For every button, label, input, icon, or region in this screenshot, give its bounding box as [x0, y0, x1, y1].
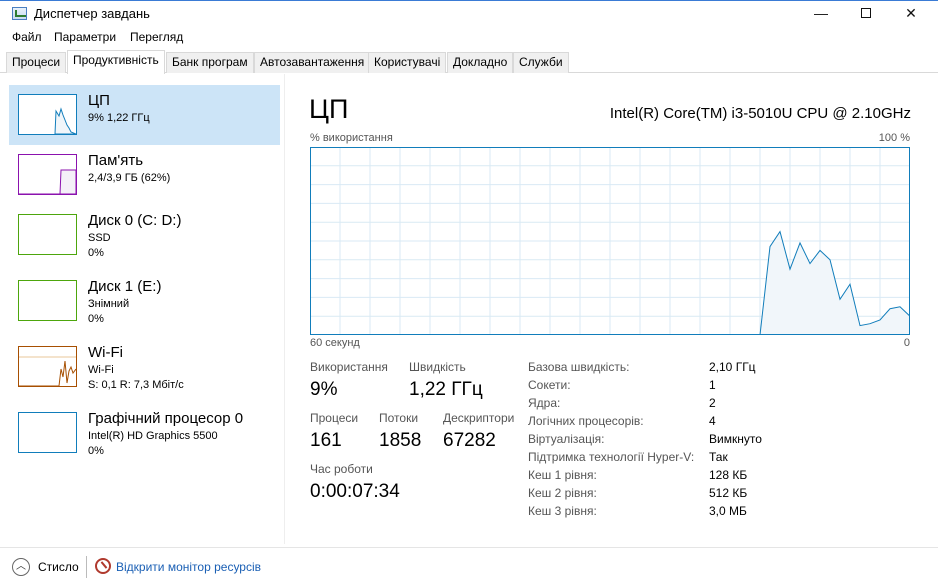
sidebar-item-title: Диск 1 (E:): [88, 278, 162, 295]
task-manager-icon: [12, 7, 27, 20]
sidebar-item-usage: 0%: [88, 247, 104, 259]
sidebar-item-usage: 0%: [88, 313, 104, 325]
speed-value: 1,22 ГГц: [409, 379, 483, 400]
threads-value: 1858: [379, 430, 422, 451]
title-bar: Диспетчер завдань — ✕: [0, 0, 938, 26]
sidebar-item-wifi[interactable]: Wi-Fi Wi-Fi S: 0,1 R: 7,3 Мбіт/с: [9, 337, 280, 397]
spec-value: 1: [709, 378, 716, 392]
tab-services[interactable]: Служби: [513, 52, 569, 73]
cpu-detail-panel: ЦП Intel(R) Core(TM) i3-5010U CPU @ 2.10…: [286, 74, 938, 544]
processes-value: 161: [310, 430, 342, 451]
menu-options[interactable]: Параметри: [54, 30, 116, 44]
sidebar-item-subtitle: Wi-Fi: [88, 364, 114, 376]
footer-divider: [86, 556, 87, 578]
sidebar-item-title: Диск 0 (C: D:): [88, 212, 182, 229]
spec-value: 2: [709, 396, 716, 410]
spec-key: Кеш 2 рівня:: [528, 486, 597, 500]
handles-label: Дескриптори: [443, 411, 515, 425]
spec-key: Логічних процесорів:: [528, 414, 644, 428]
spec-key: Підтримка технології Hyper-V:: [528, 450, 695, 464]
uptime-value: 0:00:07:34: [310, 481, 400, 502]
spec-key: Ядра:: [528, 396, 561, 410]
sidebar-item-subtitle: 2,4/3,9 ГБ (62%): [88, 172, 171, 184]
page-title: ЦП: [309, 94, 349, 124]
sidebar-item-title: Wi-Fi: [88, 344, 123, 361]
graph-y-label: % використання: [310, 132, 393, 144]
sidebar-item-title: Графічний процесор 0: [88, 410, 244, 427]
resource-monitor-icon[interactable]: [95, 558, 111, 574]
sidebar-item-throughput: S: 0,1 R: 7,3 Мбіт/с: [88, 379, 184, 391]
tab-details[interactable]: Докладно: [447, 52, 514, 73]
sidebar-item-gpu-0[interactable]: Графічний процесор 0 Intel(R) HD Graphic…: [9, 403, 280, 463]
uptime-label: Час роботи: [310, 462, 373, 476]
sidebar-item-memory[interactable]: Пам'ять 2,4/3,9 ГБ (62%): [9, 145, 280, 205]
processes-label: Процеси: [310, 411, 359, 425]
threads-label: Потоки: [379, 411, 419, 425]
spec-value: 4: [709, 414, 716, 428]
spec-key: Кеш 3 рівня:: [528, 504, 597, 518]
sidebar-item-title: ЦП: [88, 92, 110, 109]
menu-bar: Файл Параметри Перегляд: [0, 28, 938, 48]
wifi-thumbnail: [18, 346, 77, 387]
tab-performance[interactable]: Продуктивність: [67, 50, 165, 74]
spec-value: 512 КБ: [709, 486, 748, 500]
sidebar-item-subtitle: Intel(R) HD Graphics 5500: [88, 430, 218, 442]
spec-key: Базова швидкість:: [528, 360, 630, 374]
graph-time-label: 60 секунд: [310, 337, 360, 349]
sidebar-item-usage: 0%: [88, 445, 104, 457]
disk-1-thumbnail: [18, 280, 77, 321]
spec-key: Кеш 1 рівня:: [528, 468, 597, 482]
tab-app-history[interactable]: Банк програм: [166, 52, 254, 73]
cpu-model: Intel(R) Core(TM) i3-5010U CPU @ 2.10GHz: [609, 105, 911, 122]
sidebar-item-disk-0[interactable]: Диск 0 (C: D:) SSD 0%: [9, 205, 280, 265]
usage-value: 9%: [310, 379, 338, 400]
tab-users[interactable]: Користувачі: [368, 52, 447, 73]
menu-view[interactable]: Перегляд: [130, 30, 183, 44]
minimize-button[interactable]: —: [798, 1, 844, 27]
tab-bar: Процеси Продуктивність Банк програм Авто…: [0, 50, 938, 74]
menu-file[interactable]: Файл: [12, 30, 42, 44]
sidebar-item-subtitle: SSD: [88, 232, 111, 244]
spec-key: Сокети:: [528, 378, 571, 392]
sidebar-item-disk-1[interactable]: Диск 1 (E:) Знімний 0%: [9, 271, 280, 331]
resource-sidebar: ЦП 9% 1,22 ГГц Пам'ять 2,4/3,9 ГБ (62%) …: [0, 74, 285, 544]
tab-processes[interactable]: Процеси: [6, 52, 67, 73]
handles-value: 67282: [443, 430, 496, 451]
spec-value: 3,0 МБ: [709, 504, 747, 518]
spec-value: Так: [709, 450, 728, 464]
sidebar-item-cpu[interactable]: ЦП 9% 1,22 ГГц: [9, 85, 280, 145]
cpu-usage-graph: [310, 147, 910, 335]
spec-key: Віртуалізація:: [528, 432, 605, 446]
spec-value: Вимкнуто: [709, 432, 762, 446]
footer-bar: ︿ Стисло Відкрити монітор ресурсів: [0, 547, 938, 587]
gpu-thumbnail: [18, 412, 77, 453]
maximize-button[interactable]: [843, 1, 889, 27]
sidebar-item-title: Пам'ять: [88, 152, 144, 169]
disk-0-thumbnail: [18, 214, 77, 255]
cpu-thumbnail: [18, 94, 77, 135]
graph-y-min: 0: [903, 337, 910, 349]
graph-y-max: 100 %: [878, 132, 910, 144]
speed-label: Швидкість: [409, 360, 466, 374]
sidebar-item-subtitle: Знімний: [88, 298, 130, 310]
fewer-details-button[interactable]: Стисло: [38, 560, 79, 574]
spec-value: 2,10 ГГц: [709, 360, 756, 374]
maximize-icon: [861, 8, 871, 18]
memory-thumbnail: [18, 154, 77, 195]
close-button[interactable]: ✕: [888, 1, 934, 27]
usage-label: Використання: [310, 360, 388, 374]
sidebar-item-subtitle: 9% 1,22 ГГц: [88, 112, 150, 124]
tab-startup[interactable]: Автозавантаження: [254, 52, 371, 73]
chevron-up-icon[interactable]: ︿: [12, 558, 30, 576]
window-title: Диспетчер завдань: [34, 6, 150, 21]
open-resource-monitor-link[interactable]: Відкрити монітор ресурсів: [116, 560, 261, 574]
spec-value: 128 КБ: [709, 468, 748, 482]
